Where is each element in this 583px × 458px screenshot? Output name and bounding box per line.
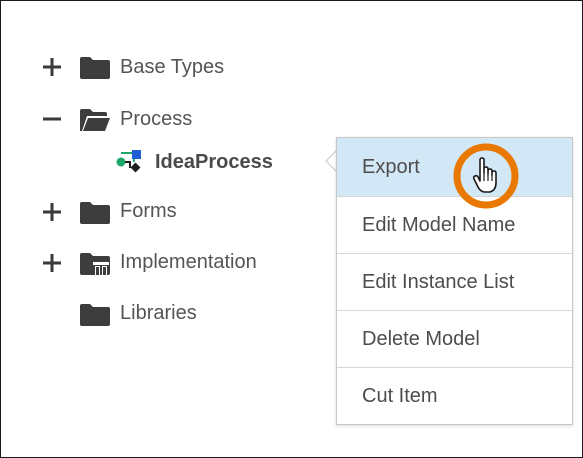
folder-icon [80,304,110,326]
folder-implementation-icon [80,253,110,275]
expand-plus-icon[interactable] [42,202,62,222]
menu-item-cut-item[interactable]: Cut Item [337,367,572,424]
folder-icon [80,57,110,79]
open-folder-icon [80,109,110,131]
tree-item-label: Base Types [120,56,225,78]
expand-plus-icon[interactable] [42,253,62,273]
tree-item-label: Process [120,108,193,130]
hand-pointer-icon [472,157,497,193]
menu-item-delete-model[interactable]: Delete Model [337,310,572,367]
cursor-highlight [451,141,521,211]
tree-item-label: Implementation [120,251,257,273]
tree-item-label: Libraries [120,302,197,324]
folder-icon [80,202,110,224]
process-model-icon [115,149,145,175]
menu-item-edit-instance-list[interactable]: Edit Instance List [337,253,572,310]
tree-item-label: Forms [120,200,177,222]
expand-plus-icon[interactable] [42,57,62,77]
collapse-minus-icon[interactable] [42,109,62,129]
tree-item-label: IdeaProcess [155,151,273,173]
